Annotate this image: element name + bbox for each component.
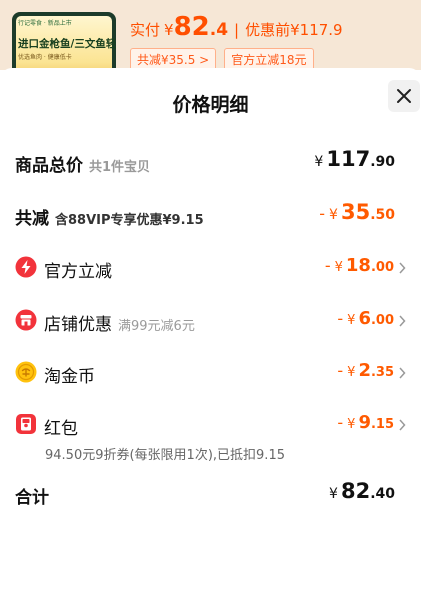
goods-total-label: 商品总价 共1件宝贝: [15, 156, 151, 176]
chevron-right-icon: [399, 262, 406, 274]
total-discount-label: 共减 含88VIP专享优惠¥9.15: [15, 209, 204, 229]
product-image-subtext: 优选鱼肉 · 健康低卡: [18, 54, 72, 61]
original-price: 优惠前¥117.9: [245, 21, 343, 39]
taojinbi-amount: - ¥2.35: [337, 360, 394, 381]
grand-total-label: 合计: [15, 488, 49, 508]
store-discount-row[interactable]: 店铺优惠 满99元减6元 - ¥6.00: [0, 306, 421, 336]
goods-total-row: 商品总价 共1件宝贝 ¥117.90: [0, 147, 421, 177]
official-discount-label: 官方立减: [44, 262, 112, 282]
gold-coin-icon: [15, 361, 37, 383]
total-discount-row: 共减 含88VIP专享优惠¥9.15 - ¥35.50: [0, 200, 421, 230]
red-packet-amount: - ¥9.15: [337, 412, 394, 433]
vip-discount-note: 含88VIP专享优惠¥9.15: [55, 213, 204, 228]
goods-count-note: 共1件宝贝: [89, 160, 151, 175]
discount-chips: 共减¥35.5 > 官方立减18元: [130, 48, 314, 70]
price-separator: |: [234, 21, 240, 39]
total-discount-amount: - ¥35.50: [319, 200, 395, 224]
price-details-sheet: 价格明细 商品总价 共1件宝贝 ¥117.90 共减 含88VIP专享优惠¥9.15…: [0, 68, 421, 602]
official-discount-chip: 官方立减18元: [224, 48, 314, 70]
taojinbi-row[interactable]: 淘金币 - ¥2.35: [0, 358, 421, 388]
red-packet-icon: [16, 414, 36, 434]
paid-price-integer: 82: [173, 12, 210, 42]
order-summary-header: 行记零食 · 新品上市 进口金枪鱼/三文鱼轻食 优选鱼肉 · 健康低卡 实付 ¥8…: [0, 0, 421, 70]
lightning-icon: [15, 256, 37, 278]
store-icon: [15, 309, 37, 331]
chevron-right-icon: [399, 315, 406, 327]
official-discount-amount: - ¥18.00: [324, 255, 394, 276]
chevron-right-icon: [399, 367, 406, 379]
taojinbi-label: 淘金币: [44, 367, 95, 387]
store-discount-amount: - ¥6.00: [337, 308, 394, 329]
red-packet-row[interactable]: 红包 - ¥9.15: [0, 410, 421, 440]
store-discount-note: 满99元减6元: [118, 319, 195, 334]
grand-total-row: 合计 ¥82.40: [0, 479, 421, 509]
official-discount-row[interactable]: 官方立减 - ¥18.00: [0, 253, 421, 283]
red-packet-label: 红包: [44, 419, 78, 439]
total-discount-chip[interactable]: 共减¥35.5 >: [130, 48, 217, 70]
chevron-right-icon: [399, 419, 406, 431]
paid-price: 实付 ¥82.4 | 优惠前¥117.9: [130, 12, 343, 42]
paid-price-currency: ¥: [164, 21, 174, 39]
close-button[interactable]: [388, 80, 420, 112]
grand-total-amount: ¥82.40: [329, 479, 395, 503]
product-image-text: 进口金枪鱼/三文鱼轻食: [18, 38, 116, 50]
paid-price-decimal: .4: [209, 20, 229, 40]
store-discount-label: 店铺优惠 满99元减6元: [44, 315, 195, 335]
close-icon: [397, 89, 411, 103]
red-packet-detail: 94.50元9折券(每张限用1次),已抵扣9.15: [45, 448, 285, 463]
paid-price-label: 实付: [130, 21, 161, 39]
sheet-title: 价格明细: [172, 94, 249, 116]
product-tag: 行记零食 · 新品上市: [18, 20, 72, 27]
goods-total-amount: ¥117.90: [314, 147, 395, 171]
product-thumbnail: 行记零食 · 新品上市 进口金枪鱼/三文鱼轻食 优选鱼肉 · 健康低卡: [12, 12, 116, 70]
